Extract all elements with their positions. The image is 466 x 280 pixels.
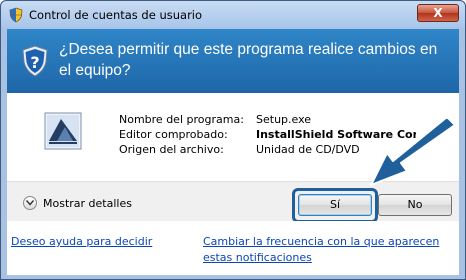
title-bar[interactable]: Control de cuentas de usuario X <box>1 1 465 28</box>
show-details-toggle[interactable]: Mostrar detalles <box>23 195 132 211</box>
svg-text:?: ? <box>30 53 39 72</box>
info-labels: Nombre del programa: Editor comprobado: … <box>119 112 244 157</box>
uac-dialog: Control de cuentas de usuario X ? ¿Desea… <box>0 0 466 280</box>
question-shield-icon: ? <box>21 45 49 77</box>
setup-program-icon <box>43 111 83 151</box>
question-header: ? ¿Desea permitir que este programa real… <box>7 29 459 93</box>
uac-shield-icon <box>8 7 24 23</box>
window-title: Control de cuentas de usuario <box>29 8 203 22</box>
pointer-arrow-icon <box>370 119 456 186</box>
close-icon: X <box>433 6 443 20</box>
program-name-label: Nombre del programa: <box>119 113 244 126</box>
file-origin-label: Origen del archivo: <box>119 143 224 156</box>
help-links: Deseo ayuda para decidir Cambiar la frec… <box>7 221 459 275</box>
close-button[interactable]: X <box>417 4 459 22</box>
notification-frequency-link[interactable]: Cambiar la frecuencia con la que aparece… <box>203 234 453 266</box>
publisher-label: Editor comprobado: <box>119 128 228 141</box>
help-decide-link[interactable]: Deseo ayuda para decidir <box>11 234 152 250</box>
no-button[interactable]: No <box>378 194 452 216</box>
yes-button[interactable]: Sí <box>298 194 372 216</box>
chevron-down-icon[interactable] <box>23 196 37 210</box>
show-details-label[interactable]: Mostrar detalles <box>43 197 132 210</box>
question-text: ¿Desea permitir que este programa realic… <box>59 41 438 79</box>
